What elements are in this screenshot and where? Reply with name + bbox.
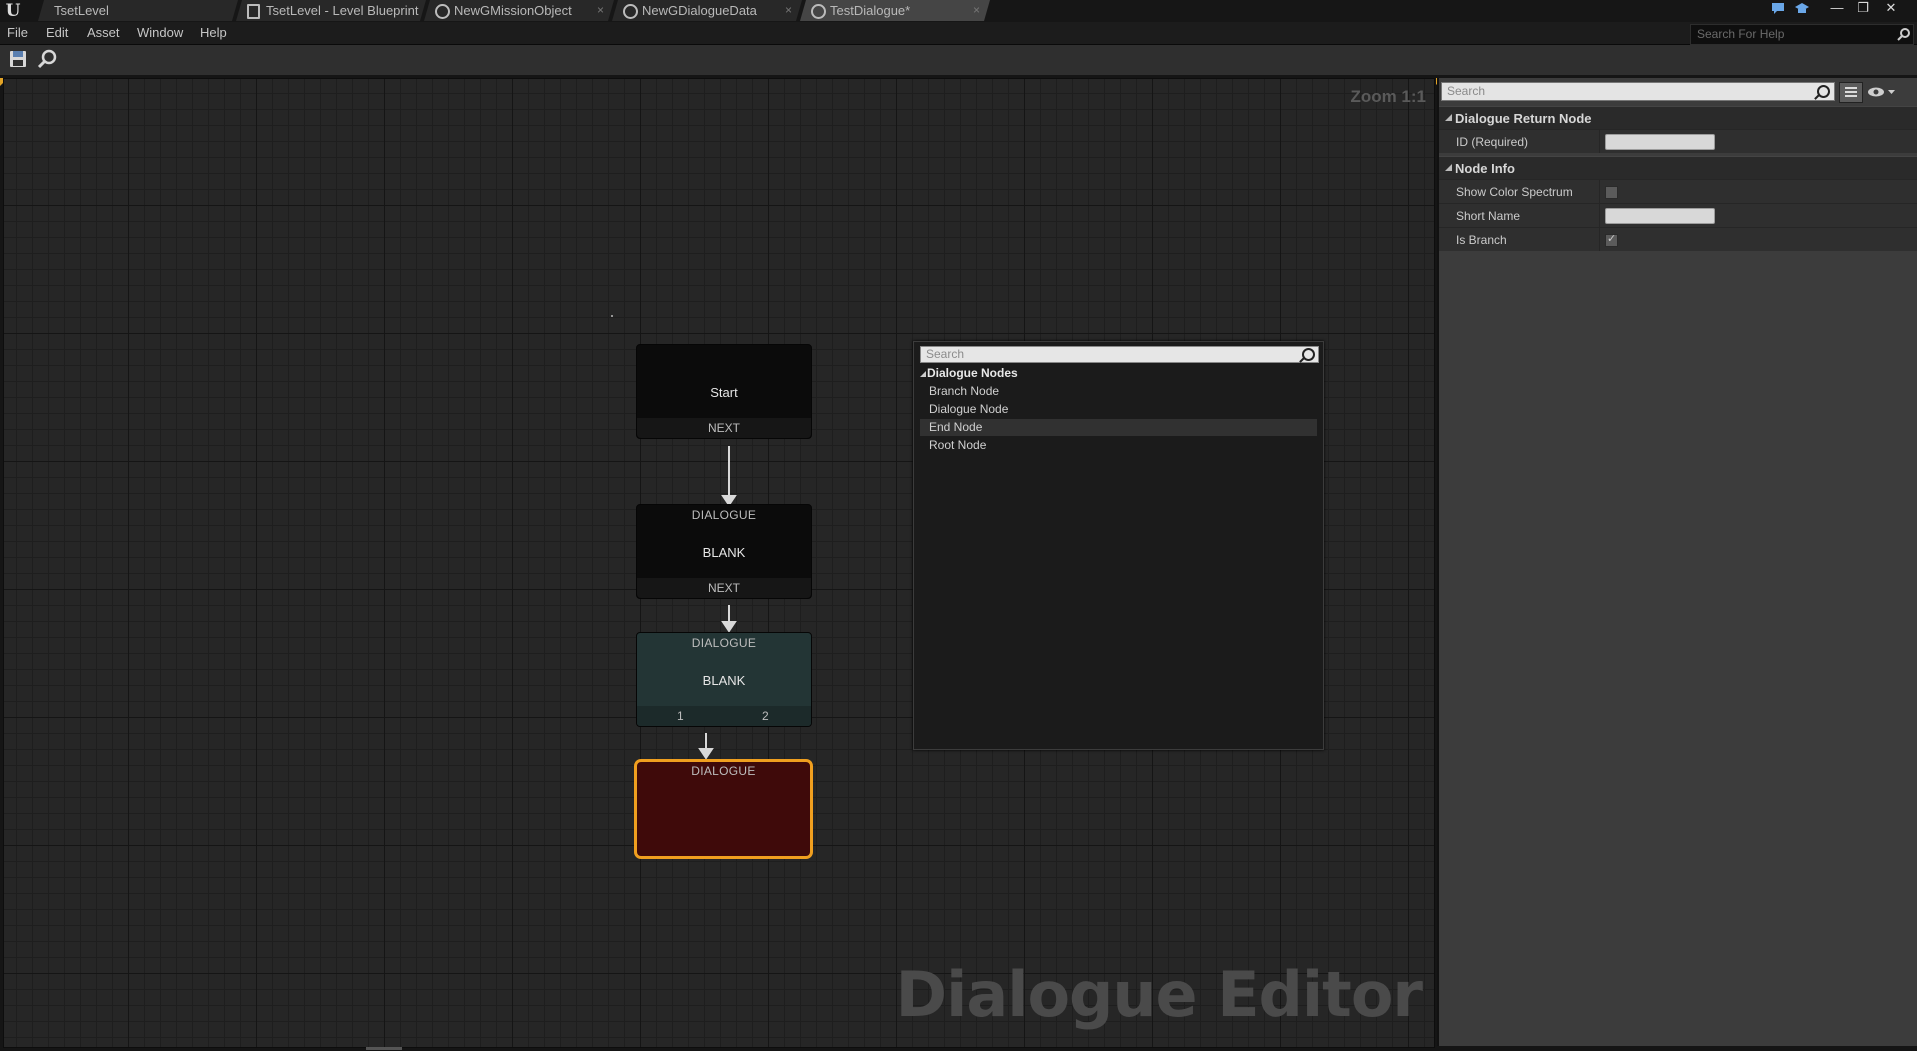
category-dialogue-nodes[interactable]: Dialogue Nodes [920, 366, 1018, 380]
tab-label: TestDialogue* [830, 3, 911, 18]
feedback-icon[interactable] [1771, 2, 1785, 15]
asset-circle-icon [811, 4, 826, 19]
graph-scrollbar-handle[interactable] [366, 1047, 402, 1050]
tab-newgdialoguedata[interactable]: NewGDialogueData × [612, 0, 802, 21]
item-label: Branch Node [929, 384, 1000, 398]
restore-button[interactable]: ❐ [1850, 0, 1876, 18]
help-search-placeholder: Search For Help [1697, 27, 1785, 41]
tab-label: NewGMissionObject [454, 3, 572, 18]
property-label: Show Color Spectrum [1456, 185, 1573, 199]
learn-icon[interactable] [1795, 2, 1809, 15]
category-label: Dialogue Nodes [927, 366, 1018, 380]
property-label: ID (Required) [1456, 135, 1529, 149]
menu-edit[interactable]: Edit [46, 25, 68, 40]
collapse-triangle-icon [1445, 164, 1452, 171]
start-node[interactable]: Start NEXT [636, 344, 812, 439]
menu-help[interactable]: Help [200, 25, 227, 40]
next-output-pin[interactable]: NEXT [637, 578, 811, 598]
menu-asset[interactable]: Asset [87, 25, 120, 40]
property-row-id: ID (Required) [1439, 129, 1917, 153]
tab-label: NewGDialogueData [642, 3, 757, 18]
menu-item-branch-node[interactable]: Branch Node [920, 383, 1317, 400]
expanded-triangle-icon [920, 371, 926, 377]
id-text-field[interactable] [1605, 134, 1715, 150]
next-output-pin[interactable]: NEXT [637, 418, 811, 438]
item-label: Root Node [929, 438, 987, 452]
close-icon[interactable]: × [597, 3, 604, 17]
property-row-is-branch: Is Branch [1439, 227, 1917, 251]
view-options-button[interactable] [1867, 85, 1897, 99]
menu-window[interactable]: Window [137, 25, 183, 40]
find-in-browser-icon[interactable] [36, 48, 60, 70]
short-name-text-field[interactable] [1605, 208, 1715, 224]
close-window-button[interactable]: ✕ [1878, 0, 1904, 18]
toolbar [0, 45, 1917, 75]
context-search-input[interactable]: Search [920, 346, 1319, 363]
menu-bar: File Edit Asset Window Help [0, 22, 1917, 45]
column-divider [1599, 204, 1600, 227]
selected-return-node[interactable]: DIALOGUE [634, 759, 813, 859]
node-title: BLANK [702, 545, 746, 560]
asset-circle-icon [435, 4, 450, 19]
column-divider [1599, 180, 1600, 203]
blueprint-document-icon [247, 4, 260, 19]
column-divider [1599, 228, 1600, 251]
node-header: DIALOGUE [691, 764, 756, 778]
menu-item-root-node[interactable]: Root Node [920, 437, 1317, 454]
dialogue-node[interactable]: DIALOGUE BLANK NEXT [636, 504, 812, 599]
property-label: Is Branch [1456, 233, 1507, 247]
details-search-placeholder: Search [1447, 84, 1486, 98]
node-header: DIALOGUE [691, 508, 757, 522]
search-icon [1817, 85, 1830, 98]
search-icon [1302, 348, 1315, 361]
unreal-logo-icon[interactable]: U [2, 0, 24, 22]
branch-output-pin-1[interactable]: 1 [677, 706, 684, 726]
tab-label: TsetLevel [54, 3, 109, 18]
tab-tsetlevel[interactable]: TsetLevel [38, 0, 238, 21]
node-context-menu: Search Dialogue Nodes Branch Node Dialog… [913, 341, 1324, 750]
search-icon [1897, 28, 1910, 41]
menu-item-end-node[interactable]: End Node [920, 419, 1317, 436]
tab-newgmissionobject[interactable]: NewGMissionObject × [424, 0, 614, 21]
branch-output-pin-2[interactable]: 2 [762, 706, 769, 726]
section-title: Node Info [1455, 161, 1515, 176]
property-label: Short Name [1456, 209, 1521, 223]
tab-label: TsetLevel - Level Blueprint [266, 3, 419, 18]
branch-dialogue-node[interactable]: DIALOGUE BLANK 1 2 [636, 632, 812, 727]
menu-item-dialogue-node[interactable]: Dialogue Node [920, 401, 1317, 418]
title-bar: U TsetLevel TsetLevel - Level Blueprint … [0, 0, 1917, 22]
show-color-spectrum-checkbox[interactable] [1605, 186, 1618, 199]
section-title: Dialogue Return Node [1455, 111, 1592, 126]
tab-testdialogue[interactable]: TestDialogue* × [800, 0, 990, 21]
help-search-input[interactable]: Search For Help [1690, 24, 1914, 45]
section-dialogue-return-node[interactable]: Dialogue Return Node [1439, 106, 1917, 129]
property-row-short-name: Short Name [1439, 203, 1917, 227]
branch-pins: 1 2 [637, 706, 811, 726]
asset-circle-icon [623, 4, 638, 19]
close-icon[interactable]: × [785, 3, 792, 17]
save-icon[interactable] [6, 48, 30, 70]
item-label: End Node [929, 420, 983, 434]
node-title: Start [710, 385, 738, 400]
property-matrix-button[interactable] [1839, 82, 1863, 103]
eye-icon [1868, 87, 1895, 97]
collapse-triangle-icon [1445, 114, 1452, 121]
close-icon[interactable]: × [973, 3, 980, 17]
details-search-input[interactable]: Search [1441, 82, 1835, 101]
list-view-icon [1845, 87, 1857, 97]
node-title: BLANK [702, 673, 746, 688]
tab-level-blueprint[interactable]: TsetLevel - Level Blueprint [236, 0, 426, 21]
column-divider [1599, 130, 1600, 153]
item-label: Dialogue Node [929, 402, 1009, 416]
menu-file[interactable]: File [7, 25, 28, 40]
minimize-button[interactable]: — [1824, 0, 1850, 18]
property-row-show-color-spectrum: Show Color Spectrum [1439, 179, 1917, 203]
is-branch-checkbox[interactable] [1605, 232, 1618, 247]
context-search-placeholder: Search [926, 347, 965, 361]
details-panel: Search Dialogue Return Node ID (Required… [1437, 78, 1917, 1046]
node-header: DIALOGUE [691, 636, 757, 650]
section-node-info[interactable]: Node Info [1439, 156, 1917, 179]
